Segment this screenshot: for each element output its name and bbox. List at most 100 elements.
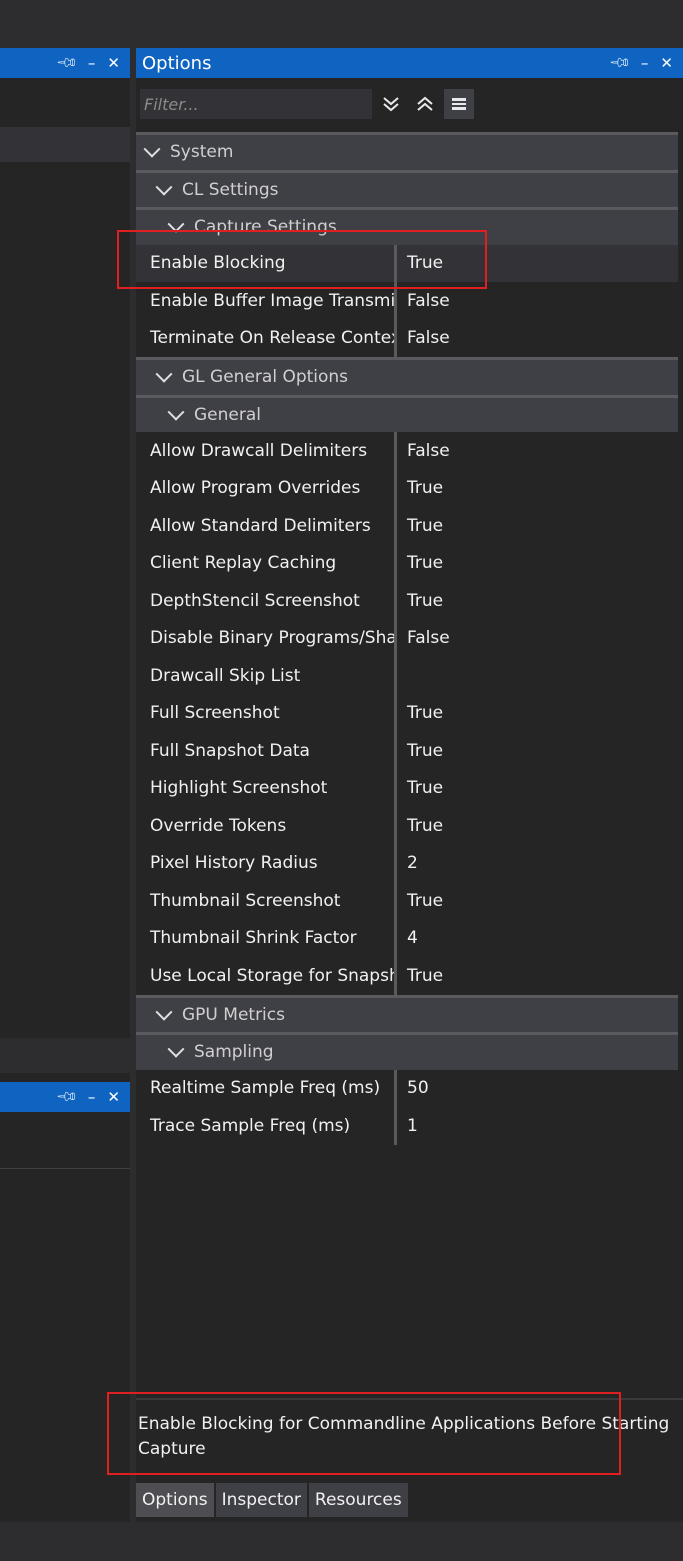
property-row[interactable]: Terminate On Release Contex False [136,319,678,357]
property-value[interactable]: True [394,769,678,807]
property-name: Realtime Sample Freq (ms) [150,1078,381,1099]
chevron-down-icon [167,1040,185,1058]
property-value[interactable]: True [394,244,678,282]
property-row[interactable]: Override Tokens True [136,807,678,845]
property-value[interactable]: 2 [394,844,678,882]
property-row[interactable]: Use Local Storage for Snapsh True [136,957,678,995]
property-value[interactable]: 1 [394,1107,678,1145]
property-name: Trace Sample Freq (ms) [150,1115,351,1136]
property-row[interactable]: Drawcall Skip List [136,657,678,695]
property-value[interactable]: False [394,619,678,657]
filter-input[interactable]: Filter... [140,89,372,119]
property-value[interactable]: True [394,544,678,582]
close-icon[interactable]: ✕ [107,1088,120,1106]
property-name: Full Snapshot Data [150,740,310,761]
pin-icon[interactable]: 📌︎ [608,51,632,75]
property-name: Override Tokens [150,815,287,836]
chevron-down-icon [167,403,185,421]
category-label: GPU Metrics [182,1004,285,1025]
pin-icon[interactable]: 📌︎ [55,51,79,75]
left-panel: 📌︎ – ✕ 📌︎ – ✕ [0,48,130,1522]
minimize-icon[interactable]: – [641,54,649,72]
property-value[interactable]: True [394,807,678,845]
category-label: General [194,404,261,425]
property-row[interactable]: Thumbnail Shrink Factor 4 [136,919,678,957]
property-row[interactable]: Enable Buffer Image Transmis False [136,282,678,320]
property-value[interactable]: True [394,957,678,995]
property-value[interactable]: True [394,694,678,732]
category-general[interactable]: General [136,394,678,432]
property-name: Full Screenshot [150,703,280,724]
property-name: Enable Buffer Image Transmis [150,290,394,311]
property-value[interactable]: False [394,432,678,470]
tab-resources[interactable]: Resources [308,1483,408,1517]
property-row[interactable]: Pixel History Radius 2 [136,844,678,882]
options-title-bar[interactable]: Options 📌︎ – ✕ [136,48,683,78]
category-label: CL Settings [182,179,279,200]
categorize-icon[interactable] [444,89,474,119]
property-value[interactable] [394,657,678,695]
property-row-enable-blocking[interactable]: Enable Blocking True [136,244,678,282]
minimize-icon[interactable]: – [88,54,96,72]
property-name: Terminate On Release Contex [150,328,394,349]
category-label: Capture Settings [194,217,337,238]
property-value[interactable]: False [394,282,678,320]
chevron-down-icon [143,140,161,158]
property-row[interactable]: DepthStencil Screenshot True [136,582,678,620]
options-title: Options [142,52,212,74]
property-name: Allow Standard Delimiters [150,515,371,536]
status-bar [0,1522,683,1561]
category-capture-settings[interactable]: Capture Settings [136,207,678,245]
category-label: GL General Options [182,367,349,388]
lower-left-title-bar[interactable]: 📌︎ – ✕ [0,1082,130,1112]
options-panel: Options 📌︎ – ✕ Filter... System CL Setti… [136,48,683,1522]
chevron-down-icon [155,365,173,383]
property-row[interactable]: Highlight Screenshot True [136,769,678,807]
property-value[interactable]: True [394,469,678,507]
property-row[interactable]: Allow Standard Delimiters True [136,507,678,545]
property-name: DepthStencil Screenshot [150,590,360,611]
property-row[interactable]: Thumbnail Screenshot True [136,882,678,920]
minimize-icon[interactable]: – [88,1088,96,1106]
left-panel-selected-row[interactable] [0,127,130,162]
property-name: Allow Program Overrides [150,478,361,499]
category-cl-settings[interactable]: CL Settings [136,169,678,207]
expand-all-icon[interactable] [376,89,406,119]
property-name: Thumbnail Screenshot [150,890,341,911]
close-icon[interactable]: ✕ [107,54,120,72]
property-value[interactable]: True [394,732,678,770]
property-value[interactable]: 4 [394,919,678,957]
category-gl-general-options[interactable]: GL General Options [136,357,678,395]
collapse-all-icon[interactable] [410,89,440,119]
category-sampling[interactable]: Sampling [136,1032,678,1070]
lower-left-separator [0,1168,130,1169]
property-row[interactable]: Disable Binary Programs/Shad False [136,619,678,657]
top-toolbar [0,0,683,48]
property-name: Drawcall Skip List [150,665,301,686]
property-row[interactable]: Full Snapshot Data True [136,732,678,770]
property-value[interactable]: True [394,507,678,545]
property-name: Use Local Storage for Snapsh [150,965,394,986]
property-row[interactable]: Client Replay Caching True [136,544,678,582]
category-gpu-metrics[interactable]: GPU Metrics [136,994,678,1032]
property-value[interactable]: True [394,882,678,920]
pin-icon[interactable]: 📌︎ [55,1085,79,1109]
tab-options[interactable]: Options [136,1483,214,1517]
left-panel-title-bar[interactable]: 📌︎ – ✕ [0,48,130,78]
property-row[interactable]: Allow Program Overrides True [136,469,678,507]
property-row[interactable]: Trace Sample Freq (ms) 1 [136,1107,678,1145]
property-value[interactable]: False [394,319,678,357]
property-description: Enable Blocking for Commandline Applicat… [136,1398,683,1482]
property-row[interactable]: Realtime Sample Freq (ms) 50 [136,1069,678,1107]
property-name: Pixel History Radius [150,853,318,874]
panel-tabs: Options Inspector Resources [136,1483,410,1519]
close-icon[interactable]: ✕ [660,54,673,72]
property-row[interactable]: Full Screenshot True [136,694,678,732]
category-system[interactable]: System [136,132,678,170]
property-grid: System CL Settings Capture Settings Enab… [136,132,678,1145]
property-value[interactable]: 50 [394,1069,678,1107]
tab-inspector[interactable]: Inspector [215,1483,307,1517]
property-row[interactable]: Allow Drawcall Delimiters False [136,432,678,470]
left-panel-divider [0,1038,130,1073]
property-value[interactable]: True [394,582,678,620]
